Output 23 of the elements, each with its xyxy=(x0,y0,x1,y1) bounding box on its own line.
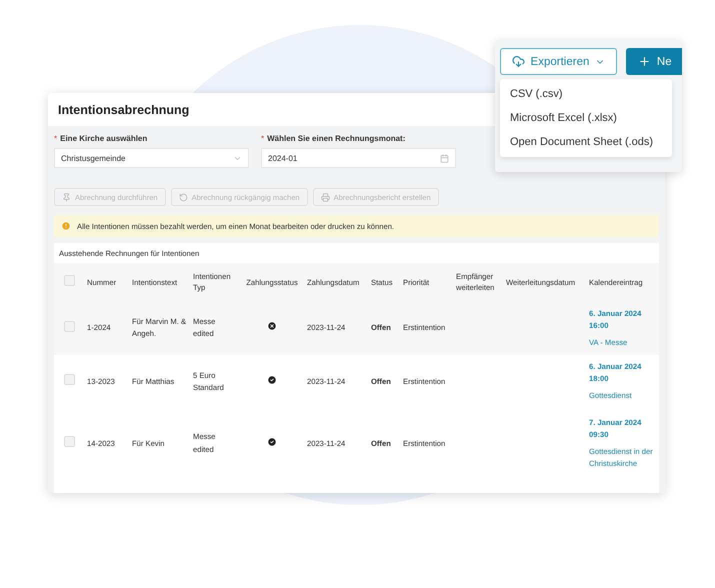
required-mark: * xyxy=(54,134,58,143)
field-label: Wählen Sie einen Rechnungsmonat: xyxy=(267,134,406,143)
row-checkbox[interactable] xyxy=(64,320,74,332)
menu-item[interactable]: Open Document Sheet (.ods) xyxy=(500,130,672,154)
menu-item[interactable]: CSV (.csv) xyxy=(500,82,672,106)
plus-icon xyxy=(638,55,651,68)
warning-icon xyxy=(61,221,71,231)
menu-item[interactable]: Microsoft Excel (.xlsx) xyxy=(500,106,672,130)
printer-icon xyxy=(320,192,330,202)
field-label: Eine Kirche auswählen xyxy=(60,134,148,143)
undo-icon xyxy=(178,192,188,202)
page-title: Intentionsabrechnung xyxy=(58,102,190,116)
pin-icon xyxy=(62,192,71,202)
new-button[interactable]: Ne xyxy=(626,48,682,75)
row-checkbox[interactable] xyxy=(64,374,74,386)
select-all-checkbox[interactable] xyxy=(64,275,74,286)
export-button[interactable]: Exportieren xyxy=(500,48,617,75)
calendar-icon xyxy=(440,154,449,162)
select-field[interactable]: Christusgemeinde xyxy=(54,148,249,168)
download-icon xyxy=(512,55,525,68)
required-mark: * xyxy=(261,134,264,143)
date-field[interactable]: 2024-01 xyxy=(261,148,456,168)
row-checkbox[interactable] xyxy=(64,436,74,448)
